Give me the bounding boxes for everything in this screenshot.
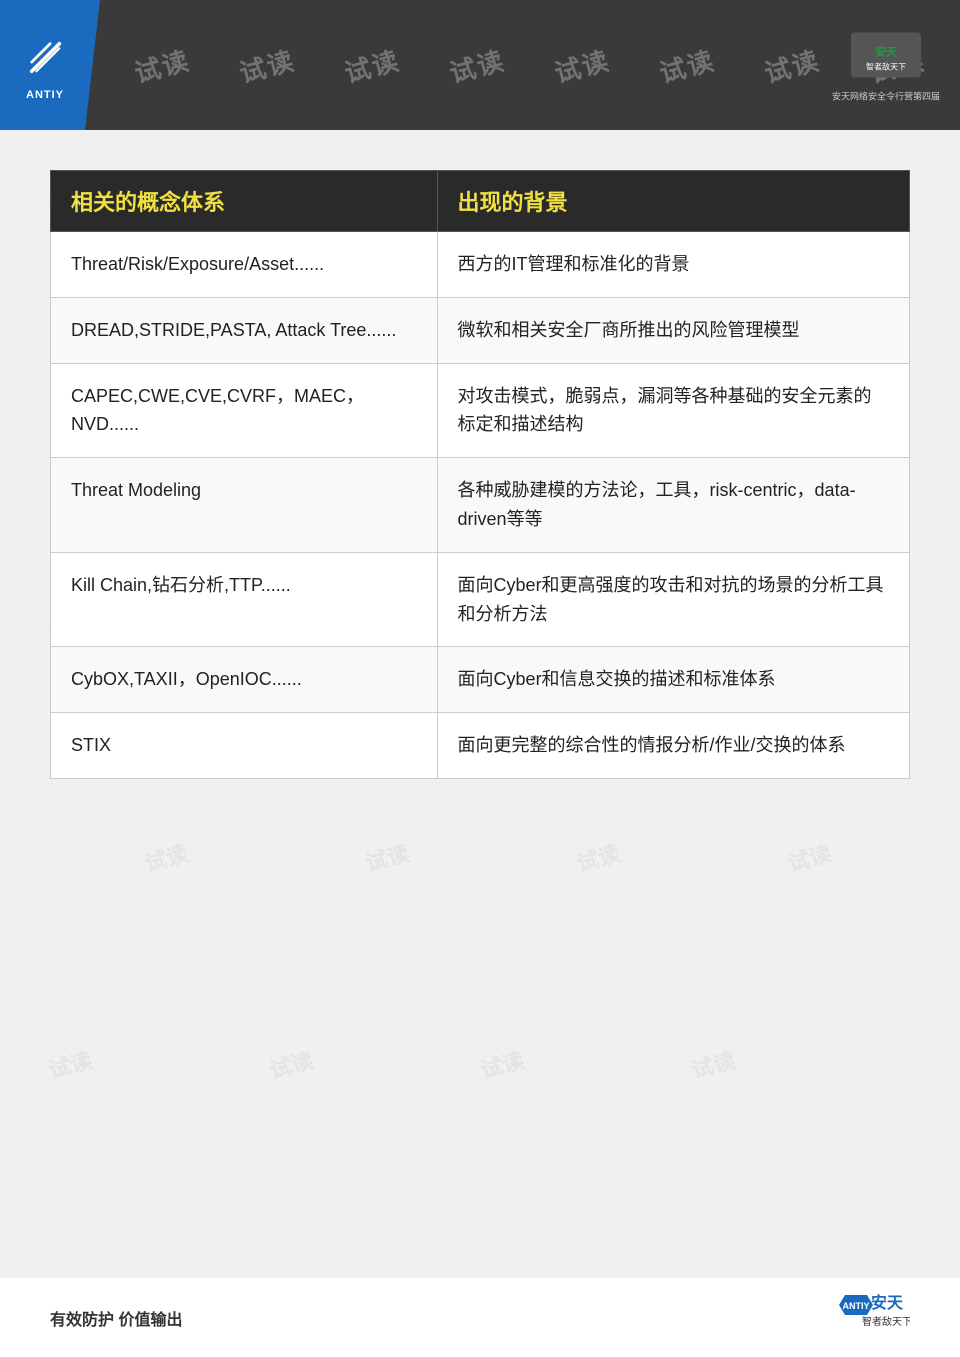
svg-text:安天: 安天 <box>875 45 898 59</box>
footer-right: ANTIY 安天 智者敌天下 <box>825 1290 910 1345</box>
table-cell-left-1: DREAD,STRIDE,PASTA, Attack Tree...... <box>51 297 438 363</box>
watermark-2: 试读 <box>236 40 300 90</box>
table-row: DREAD,STRIDE,PASTA, Attack Tree......微软和… <box>51 297 910 363</box>
bg-wm-20: 试读 <box>688 1042 739 1084</box>
footer: 有效防护 价值输出 ANTIY 安天 智者敌天下 <box>0 1277 960 1357</box>
bg-wm-14: 试读 <box>361 836 412 878</box>
table-cell-left-2: CAPEC,CWE,CVE,CVRF，MAEC，NVD...... <box>51 363 438 458</box>
col1-header: 相关的概念体系 <box>51 171 438 232</box>
watermark-4: 试读 <box>446 40 510 90</box>
table-row: CAPEC,CWE,CVE,CVRF，MAEC，NVD......对攻击模式，脆… <box>51 363 910 458</box>
watermark-7: 试读 <box>761 40 825 90</box>
bg-wm-19: 试读 <box>477 1042 528 1084</box>
table-cell-right-6: 面向更完整的综合性的情报分析/作业/交换的体系 <box>437 713 909 779</box>
table-row: Threat/Risk/Exposure/Asset......西方的IT管理和… <box>51 232 910 298</box>
svg-text:ANTIY: ANTIY <box>843 1301 870 1311</box>
svg-text:智者敌天下: 智者敌天下 <box>862 1315 910 1328</box>
table-row: CybOX,TAXII，OpenIOC......面向Cyber和信息交换的描述… <box>51 647 910 713</box>
antiy-logo-icon <box>18 30 73 85</box>
table-cell-right-4: 面向Cyber和更高强度的攻击和对抗的场景的分析工具和分析方法 <box>437 552 909 647</box>
bg-wm-15: 试读 <box>573 836 624 878</box>
table-row: STIX面向更完整的综合性的情报分析/作业/交换的体系 <box>51 713 910 779</box>
logo-block: ANTIY <box>0 0 100 130</box>
table-row: Kill Chain,钻石分析,TTP......面向Cyber和更高强度的攻击… <box>51 552 910 647</box>
footer-brand-logo-icon: ANTIY 安天 智者敌天下 <box>825 1290 910 1345</box>
table-cell-left-4: Kill Chain,钻石分析,TTP...... <box>51 552 438 647</box>
brand-right-logo-icon: 安天 智者敌天下 <box>846 28 926 83</box>
watermark-5: 试读 <box>551 40 615 90</box>
table-row: Threat Modeling各种威胁建模的方法论，工具，risk-centri… <box>51 458 910 553</box>
table-cell-right-2: 对攻击模式，脆弱点，漏洞等各种基础的安全元素的标定和描述结构 <box>437 363 909 458</box>
brand-top-right: 安天 智者敌天下 安天网络安全令行营第四届 <box>832 28 940 103</box>
col2-header: 出现的背景 <box>437 171 909 232</box>
bg-wm-17: 试读 <box>45 1042 96 1084</box>
bg-wm-18: 试读 <box>265 1042 316 1084</box>
table-cell-left-0: Threat/Risk/Exposure/Asset...... <box>51 232 438 298</box>
bg-wm-13: 试读 <box>141 836 192 878</box>
watermark-3: 试读 <box>341 40 405 90</box>
brand-subtitle: 安天网络安全令行营第四届 <box>832 90 940 103</box>
watermark-1: 试读 <box>131 40 195 90</box>
table-cell-right-5: 面向Cyber和信息交换的描述和标准体系 <box>437 647 909 713</box>
table-cell-left-6: STIX <box>51 713 438 779</box>
concept-table: 相关的概念体系 出现的背景 Threat/Risk/Exposure/Asset… <box>50 170 910 779</box>
table-cell-right-3: 各种威胁建模的方法论，工具，risk-centric，data-driven等等 <box>437 458 909 553</box>
header: ANTIY 试读 试读 试读 试读 试读 试读 试读 试读 安天 智者敌天下 安… <box>0 0 960 130</box>
table-cell-right-0: 西方的IT管理和标准化的背景 <box>437 232 909 298</box>
table-cell-right-1: 微软和相关安全厂商所推出的风险管理模型 <box>437 297 909 363</box>
watermark-6: 试读 <box>656 40 720 90</box>
footer-left-text: 有效防护 价值输出 <box>50 1306 182 1330</box>
svg-text:安天: 安天 <box>871 1293 904 1312</box>
bg-wm-16: 试读 <box>784 836 835 878</box>
table-cell-left-5: CybOX,TAXII，OpenIOC...... <box>51 647 438 713</box>
table-cell-left-3: Threat Modeling <box>51 458 438 553</box>
logo-text: ANTIY <box>26 89 64 101</box>
main-content: 试读 试读 试读 试读 试读 试读 试读 试读 试读 试读 试读 试读 试读 试… <box>0 130 960 1277</box>
svg-text:智者敌天下: 智者敌天下 <box>866 62 906 72</box>
